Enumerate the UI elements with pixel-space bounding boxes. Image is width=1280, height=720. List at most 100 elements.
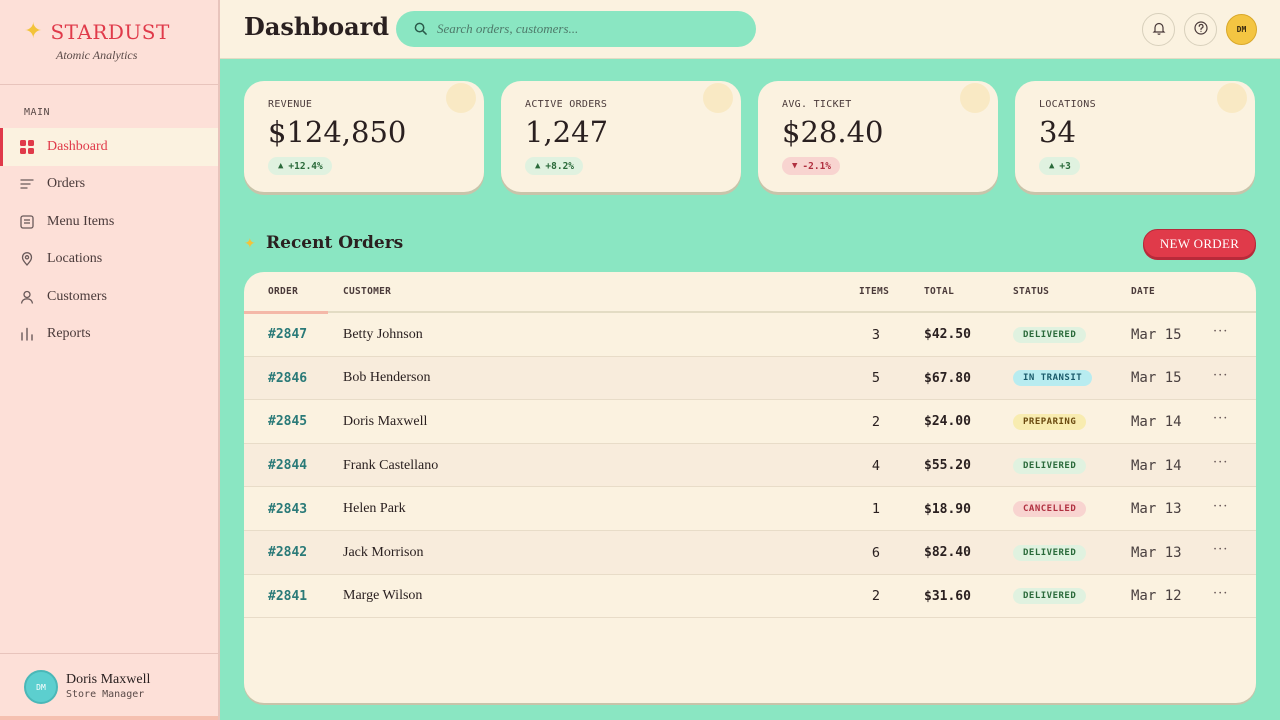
avatar[interactable]: DM xyxy=(1226,14,1257,45)
table-row[interactable]: #2845 Doris Maxwell 2 $24.00 PREPARING Mar 14… xyxy=(244,400,1256,444)
order-id-link[interactable]: #2844 xyxy=(268,444,307,488)
page-title: Dashboard xyxy=(244,12,390,41)
order-id-link[interactable]: #2841 xyxy=(268,575,307,619)
sidebar: ✦ STARDUST Atomic Analytics MAIN Dashboa… xyxy=(0,0,220,720)
column-header-order[interactable]: ORDER xyxy=(268,286,298,297)
help-button[interactable] xyxy=(1184,13,1217,46)
order-id-link[interactable]: #2845 xyxy=(268,400,307,444)
order-total: $82.40 xyxy=(924,545,971,561)
sidebar-item-label: Customers xyxy=(47,288,107,304)
more-options-icon[interactable]: ··· xyxy=(1213,572,1228,616)
sidebar-item-dashboard[interactable]: Dashboard xyxy=(0,128,218,166)
sidebar-item-reports[interactable]: Reports xyxy=(0,316,218,354)
more-options-icon[interactable]: ··· xyxy=(1213,441,1228,485)
order-id-link[interactable]: #2843 xyxy=(268,487,307,531)
search-icon xyxy=(414,20,427,39)
stat-delta: +3 xyxy=(1059,160,1071,172)
customer-name: Marge Wilson xyxy=(343,588,423,604)
stat-card-avg-ticket: AVG. TICKET $28.40 ▼ -2.1% xyxy=(758,81,998,192)
more-options-icon[interactable]: ··· xyxy=(1213,310,1228,354)
item-count: 2 xyxy=(871,413,880,430)
current-user[interactable]: DM Doris Maxwell Store Manager xyxy=(0,653,218,720)
sidebar-nav: Dashboard Orders Menu Items Locations Cu… xyxy=(0,128,218,353)
order-id-link[interactable]: #2842 xyxy=(268,531,307,575)
menu-icon xyxy=(20,215,34,229)
bar-chart-icon xyxy=(20,327,34,341)
sidebar-item-label: Dashboard xyxy=(47,138,108,154)
avatar: DM xyxy=(24,670,58,704)
grid-icon xyxy=(20,139,34,154)
column-header-items[interactable]: ITEMS xyxy=(859,286,889,297)
status-cell: DELIVERED xyxy=(1013,313,1087,357)
more-options-icon[interactable]: ··· xyxy=(1213,484,1228,528)
table-row[interactable]: #2843 Helen Park 1 $18.90 CANCELLED Mar 13 ··· xyxy=(244,487,1256,531)
order-date: Mar 13 xyxy=(1131,501,1182,518)
arrow-up-icon: ▲ xyxy=(278,161,284,171)
table-row[interactable]: #2844 Frank Castellano 4 $55.20 DELIVERED Mar… xyxy=(244,441,1256,488)
customer-name: Doris Maxwell xyxy=(343,413,428,429)
sidebar-item-label: Locations xyxy=(47,251,103,267)
customer-name: Frank Castellano xyxy=(343,457,439,473)
help-icon xyxy=(1193,20,1208,39)
decorative-glow xyxy=(960,83,990,113)
status-cell: CANCELLED xyxy=(1013,487,1087,531)
stat-card-active-orders: ACTIVE ORDERS 1,247 ▲ +8.2% xyxy=(501,81,741,192)
table-row[interactable]: #2842 Jack Morrison 6 $82.40 DELIVERED Mar 13… xyxy=(244,531,1256,575)
order-total: $42.50 xyxy=(924,327,971,343)
sparkle-icon: ✦ xyxy=(244,236,256,252)
stat-label: AVG. TICKET xyxy=(782,99,852,110)
item-count: 3 xyxy=(871,326,880,343)
order-id-link[interactable]: #2847 xyxy=(268,313,307,357)
status-badge: CANCELLED xyxy=(1013,501,1087,518)
order-date: Mar 12 xyxy=(1131,588,1182,605)
item-count: 4 xyxy=(871,457,880,474)
status-badge: PREPARING xyxy=(1013,413,1087,430)
decorative-strip xyxy=(0,716,218,720)
more-options-icon[interactable]: ··· xyxy=(1213,397,1228,441)
order-date: Mar 15 xyxy=(1131,326,1182,343)
sidebar-item-customers[interactable]: Customers xyxy=(0,278,218,316)
column-header-status[interactable]: STATUS xyxy=(1013,286,1049,297)
item-count: 2 xyxy=(871,588,880,605)
decorative-glow xyxy=(1217,83,1247,113)
column-header-total[interactable]: TOTAL xyxy=(924,286,954,297)
table-row[interactable]: #2847 Betty Johnson 3 $42.50 DELIVERED Mar 15… xyxy=(244,313,1256,357)
stat-card-locations: LOCATIONS 34 ▲ +3 xyxy=(1015,81,1255,192)
decorative-glow xyxy=(446,83,476,113)
pin-icon xyxy=(20,252,34,267)
more-options-icon[interactable]: ··· xyxy=(1213,528,1228,572)
table-row[interactable]: #2841 Marge Wilson 2 $31.60 DELIVERED Mar 12 ·… xyxy=(244,575,1256,619)
item-count: 6 xyxy=(871,544,880,561)
stat-card-revenue: REVENUE $124,850 ▲ +12.4% xyxy=(244,81,484,192)
bell-icon xyxy=(1152,20,1166,39)
order-total: $24.00 xyxy=(924,414,971,430)
status-badge: DELIVERED xyxy=(1013,544,1087,561)
customer-name: Betty Johnson xyxy=(343,326,423,342)
new-order-button[interactable]: NEW ORDER xyxy=(1143,229,1256,258)
order-date: Mar 15 xyxy=(1131,370,1182,387)
stat-value: 1,247 xyxy=(525,115,609,149)
sidebar-item-locations[interactable]: Locations xyxy=(0,241,218,279)
status-badge: DELIVERED xyxy=(1013,326,1087,343)
more-options-icon[interactable]: ··· xyxy=(1213,354,1228,398)
status-badge: DELIVERED xyxy=(1013,588,1087,605)
nav-section-label: MAIN xyxy=(24,107,51,118)
sidebar-item-orders[interactable]: Orders xyxy=(0,166,218,204)
section-title: Recent Orders xyxy=(266,233,404,253)
order-total: $55.20 xyxy=(924,458,971,474)
order-id-link[interactable]: #2846 xyxy=(268,357,307,401)
orders-table: ORDER CUSTOMER ITEMS TOTAL STATUS DATE #… xyxy=(244,272,1256,703)
notifications-button[interactable] xyxy=(1142,13,1175,46)
search-input[interactable] xyxy=(437,21,737,37)
divider xyxy=(0,84,218,85)
stat-label: ACTIVE ORDERS xyxy=(525,99,608,110)
table-header: ORDER CUSTOMER ITEMS TOTAL STATUS DATE xyxy=(244,272,1256,314)
search-bar[interactable] xyxy=(396,11,756,47)
column-header-date[interactable]: DATE xyxy=(1131,286,1155,297)
stat-delta-badge: ▲ +3 xyxy=(1039,157,1080,175)
sidebar-item-menu-items[interactable]: Menu Items xyxy=(0,203,218,241)
column-header-customer[interactable]: CUSTOMER xyxy=(343,286,391,297)
brand[interactable]: ✦ STARDUST Atomic Analytics xyxy=(24,20,170,63)
table-row[interactable]: #2846 Bob Henderson 5 $67.80 IN TRANSIT Mar 1… xyxy=(244,354,1256,401)
stat-value: $124,850 xyxy=(268,115,407,149)
